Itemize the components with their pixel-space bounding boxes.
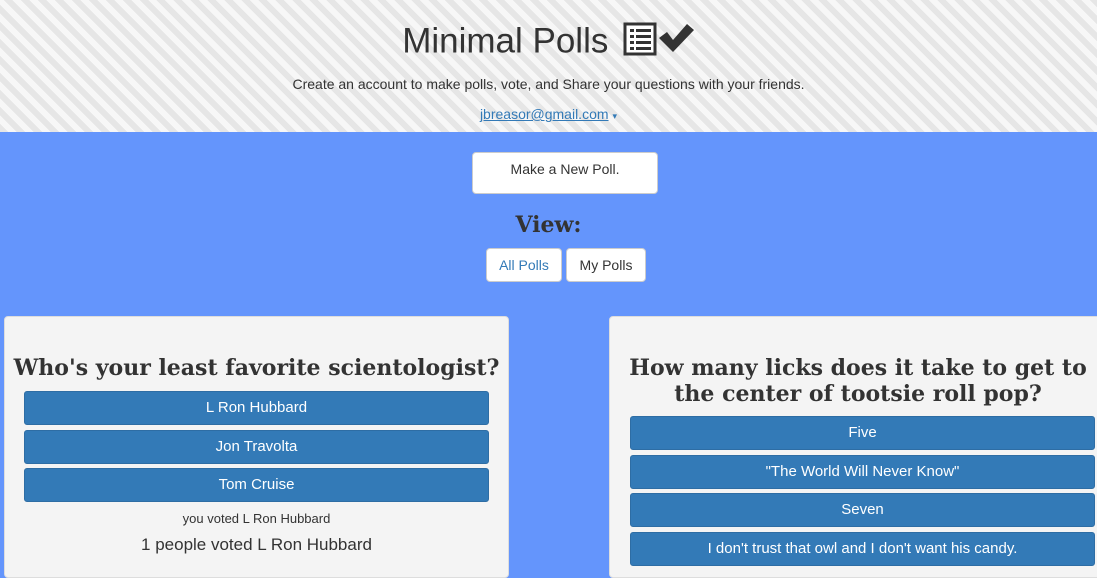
title-row: Minimal Polls <box>0 20 1097 63</box>
new-poll-button[interactable]: Make a New Poll. <box>472 152 658 194</box>
poll-card: How many licks does it take to get to th… <box>609 316 1097 578</box>
subtitle: Create an account to make polls, vote, a… <box>292 76 805 92</box>
you-voted-text: you voted L Ron Hubbard <box>182 511 331 526</box>
poll-card: Who's your least favorite scientologist?… <box>4 316 509 578</box>
poll-question: Who's your least favorite scientologist? <box>13 355 500 381</box>
poll-option-button[interactable]: I don't trust that owl and I don't want … <box>630 532 1095 566</box>
poll-option-button[interactable]: Five <box>630 416 1095 450</box>
user-email-link[interactable]: jbreasor@gmail.com <box>480 106 609 122</box>
poll-option-button[interactable]: Tom Cruise <box>24 468 489 502</box>
view-label: View: <box>515 212 582 238</box>
app-title: Minimal Polls <box>402 21 609 61</box>
poll-option-button[interactable]: Jon Travolta <box>24 430 489 464</box>
vote-tally-text: 1 people voted L Ron Hubbard <box>141 535 372 554</box>
user-menu[interactable]: jbreasor@gmail.com ▾ <box>0 106 1097 122</box>
header: Minimal Polls Create an account to make … <box>0 0 1097 132</box>
caret-down-icon[interactable]: ▾ <box>613 111 618 121</box>
poll-option-button[interactable]: Seven <box>630 493 1095 527</box>
poll-option-button[interactable]: L Ron Hubbard <box>24 391 489 425</box>
all-polls-button[interactable]: All Polls <box>486 248 562 282</box>
my-polls-button[interactable]: My Polls <box>566 248 646 282</box>
poll-option-button[interactable]: "The World Will Never Know" <box>630 455 1095 489</box>
poll-question: How many licks does it take to get to th… <box>629 355 1087 407</box>
checklist-icon <box>623 20 695 63</box>
